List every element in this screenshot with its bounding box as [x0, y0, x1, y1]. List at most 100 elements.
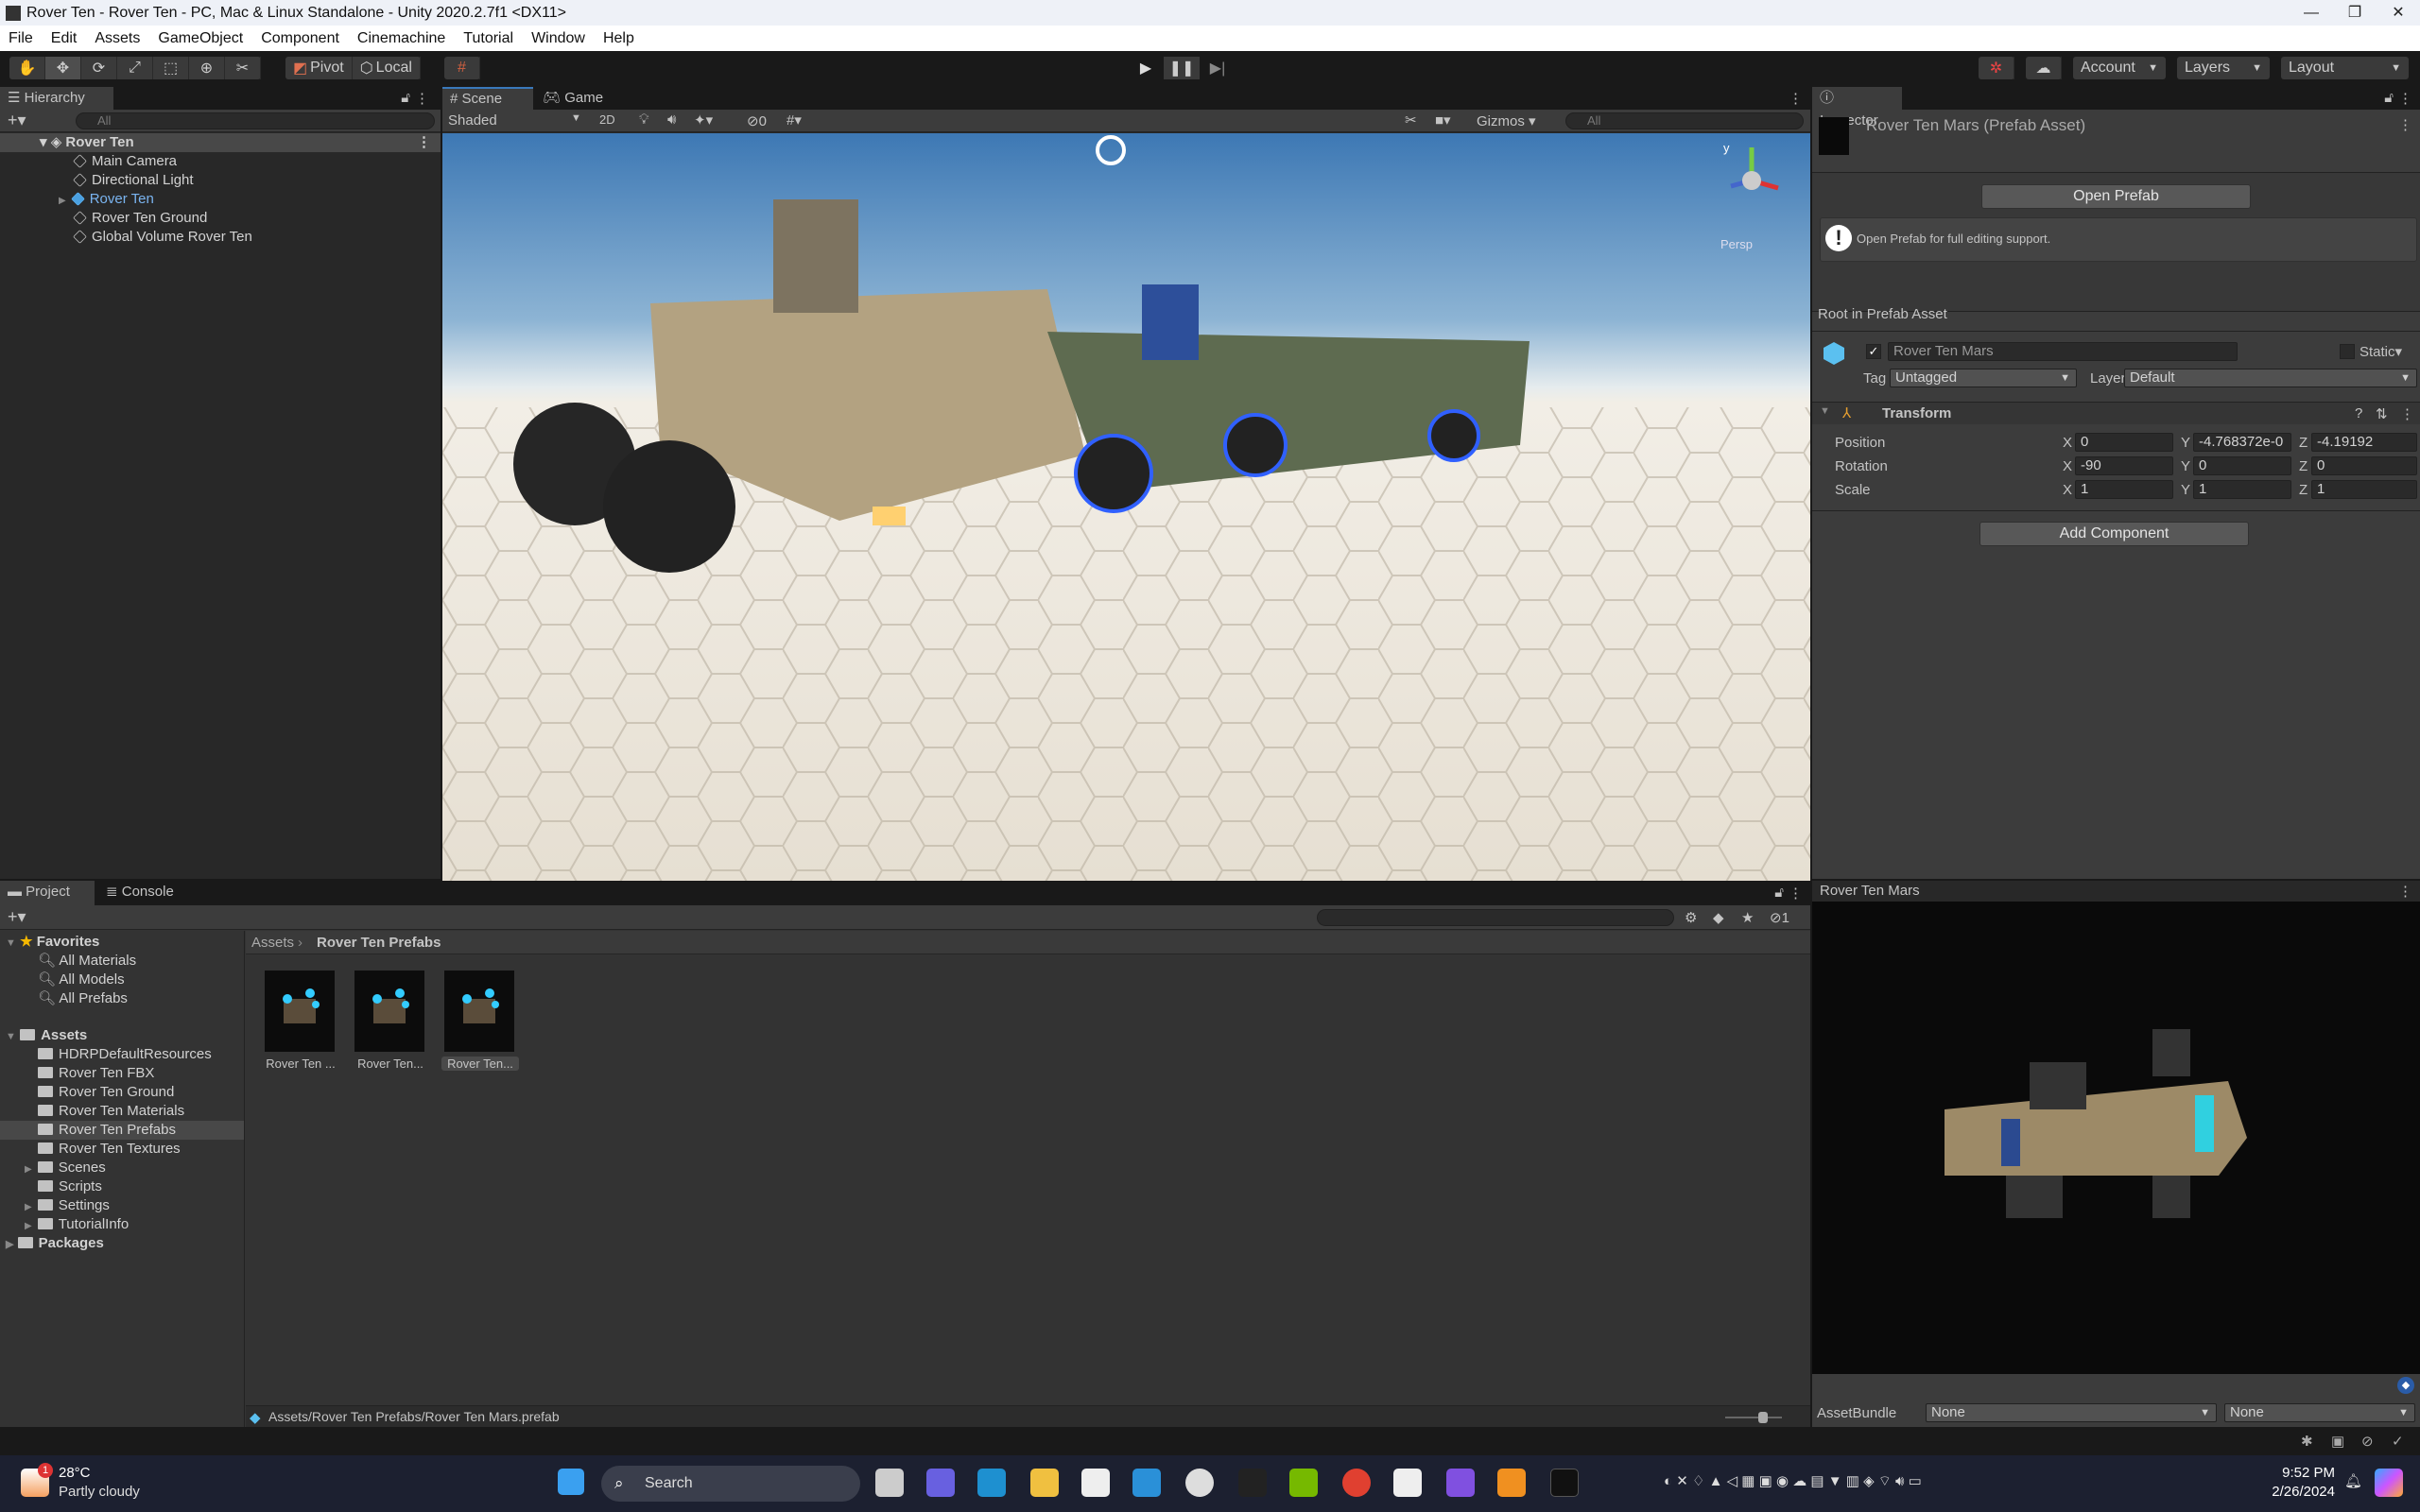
progress-check-icon[interactable]: ✓: [2392, 1433, 2404, 1450]
hand-tool-icon[interactable]: ✋: [9, 57, 45, 79]
auto-generate-lighting-icon[interactable]: ⊘: [2361, 1433, 2374, 1450]
scale-tool-icon[interactable]: ⤢: [117, 57, 153, 79]
tab-console[interactable]: ≣ Console: [98, 881, 182, 905]
teams-chat-icon[interactable]: [926, 1469, 955, 1497]
cache-icon[interactable]: ▣: [2331, 1433, 2344, 1450]
account-dropdown[interactable]: Account ▼: [2073, 57, 2166, 79]
folder-item[interactable]: Rover Ten Textures: [0, 1140, 244, 1159]
tray-icons[interactable]: ◐ ✕ ♢ ▲ ◁ ▦ ▣ ◉ ☁ ▤ ▼ ▥ ◈ ⌔ 🔊︎ ▭: [1664, 1472, 1922, 1490]
expand-arrow-icon[interactable]: ▶: [25, 1202, 32, 1212]
step-button[interactable]: ▶|: [1200, 57, 1236, 79]
menu-component[interactable]: Component: [252, 30, 349, 47]
asset-label[interactable]: Rover Ten...: [441, 1057, 519, 1071]
pivot-toggle[interactable]: ◩ Pivot: [285, 57, 353, 79]
favorites-node[interactable]: ▼ ★ Favorites: [0, 933, 244, 952]
scene-viewport[interactable]: y Persp: [442, 133, 1810, 881]
hidden-objects-toggle[interactable]: ⊘0: [747, 112, 767, 129]
debug-icon[interactable]: ✱: [2301, 1433, 2313, 1450]
cloud-icon[interactable]: ☁: [2026, 57, 2062, 79]
asset-more-icon[interactable]: ⋮: [2398, 116, 2412, 133]
scene-root[interactable]: ▾ ◈ Rover Ten ⋮: [0, 133, 441, 152]
menu-gameobject[interactable]: GameObject: [149, 30, 252, 47]
more-icon[interactable]: ⋮: [415, 90, 429, 107]
gizmos-dropdown[interactable]: Gizmos ▾: [1477, 112, 1536, 129]
folder-item[interactable]: Rover Ten Ground: [0, 1083, 244, 1102]
hierarchy-item[interactable]: Main Camera: [0, 152, 441, 171]
sublime-icon[interactable]: [1497, 1469, 1526, 1497]
clock-time[interactable]: 9:52 PM: [2269, 1465, 2335, 1481]
unity-taskbar-icon[interactable]: [1550, 1469, 1579, 1497]
breadcrumb-assets[interactable]: Assets: [251, 935, 294, 951]
tools-icon[interactable]: ✂: [1405, 112, 1417, 129]
scale-x-field[interactable]: 1: [2075, 480, 2173, 499]
effects-toggle-icon[interactable]: ✦▾: [694, 112, 713, 129]
rotation-x-field[interactable]: -90: [2075, 456, 2173, 475]
nvidia-icon[interactable]: [1289, 1469, 1318, 1497]
menu-file[interactable]: File: [0, 30, 43, 47]
assets-node[interactable]: ▼ Assets: [0, 1026, 244, 1045]
layers-dropdown[interactable]: Layers ▼: [2177, 57, 2270, 79]
store-icon[interactable]: [1081, 1469, 1110, 1497]
task-view-icon[interactable]: [875, 1469, 904, 1497]
static-dropdown[interactable]: Static▾: [2360, 343, 2402, 360]
move-tool-icon[interactable]: ✥: [45, 57, 81, 79]
preview-viewport[interactable]: [1812, 902, 2420, 1374]
asset-thumbnail[interactable]: [265, 971, 335, 1052]
taskbar-search[interactable]: ⌕ Search: [601, 1466, 860, 1502]
hierarchy-item[interactable]: Global Volume Rover Ten: [0, 228, 441, 247]
lock-icon[interactable]: 🔓︎: [1774, 885, 1784, 901]
layer-dropdown[interactable]: Default ▼: [2124, 369, 2417, 387]
folder-item[interactable]: Scripts: [0, 1177, 244, 1196]
rotation-z-field[interactable]: 0: [2311, 456, 2417, 475]
close-button[interactable]: ✕: [2377, 0, 2420, 26]
layout-dropdown[interactable]: Layout ▼: [2281, 57, 2409, 79]
search-by-type-icon[interactable]: ⚙: [1685, 909, 1697, 926]
menu-edit[interactable]: Edit: [43, 30, 87, 47]
grid-snap-icon[interactable]: #: [444, 57, 480, 79]
menu-window[interactable]: Window: [523, 30, 595, 47]
help-icon[interactable]: ?: [2355, 405, 2362, 421]
scale-y-field[interactable]: 1: [2193, 480, 2291, 499]
scale-z-field[interactable]: 1: [2311, 480, 2417, 499]
open-prefab-button[interactable]: Open Prefab: [1981, 184, 2251, 209]
rotate-tool-icon[interactable]: ⟳: [81, 57, 117, 79]
asset-thumbnail[interactable]: [444, 971, 514, 1052]
component-more-icon[interactable]: ⋮: [2400, 405, 2414, 422]
favorite-item[interactable]: 🔍︎ All Materials: [0, 952, 244, 971]
folder-item[interactable]: HDRPDefaultResources: [0, 1045, 244, 1064]
tab-game[interactable]: 🎮︎ Game: [535, 87, 611, 110]
lighting-toggle-icon[interactable]: 💡︎: [639, 112, 649, 128]
menu-tutorial[interactable]: Tutorial: [455, 30, 523, 47]
play-button[interactable]: ▶: [1128, 57, 1164, 79]
create-button[interactable]: +▾: [8, 907, 26, 927]
app-icon[interactable]: [1238, 1469, 1267, 1497]
alienware-icon[interactable]: [1185, 1469, 1214, 1497]
clock-date[interactable]: 2/26/2024: [2250, 1484, 2335, 1500]
tab-hierarchy[interactable]: ☰ Hierarchy: [0, 87, 113, 110]
grid-toggle-icon[interactable]: #▾: [786, 112, 802, 129]
folder-item[interactable]: Rover Ten FBX: [0, 1064, 244, 1083]
notifications-icon[interactable]: 🔔︎: [2344, 1472, 2362, 1489]
transform-header[interactable]: ▼ ⅄ Transform ? ⇅ ⋮: [1812, 402, 2420, 424]
asset-thumbnail[interactable]: [354, 971, 424, 1052]
camera-settings-icon[interactable]: ■▾: [1435, 112, 1451, 129]
position-x-field[interactable]: 0: [2075, 433, 2173, 452]
project-search-input[interactable]: [1317, 909, 1674, 926]
folder-item[interactable]: ▶ Scenes: [0, 1159, 244, 1177]
collab-icon[interactable]: ✲: [1979, 57, 2014, 79]
packages-node[interactable]: ▶ Packages: [0, 1234, 244, 1253]
folder-item[interactable]: ▶ TutorialInfo: [0, 1215, 244, 1234]
local-toggle[interactable]: ⬡ Local: [353, 57, 421, 79]
asset-label[interactable]: Rover Ten...: [352, 1057, 429, 1071]
scene-search-input[interactable]: All: [1565, 112, 1804, 129]
start-button[interactable]: [558, 1469, 584, 1495]
edge-icon[interactable]: [977, 1469, 1006, 1497]
hierarchy-item[interactable]: Rover Ten Ground: [0, 209, 441, 228]
add-component-button[interactable]: Add Component: [1979, 522, 2249, 546]
expand-arrow-icon[interactable]: ▶: [25, 1221, 32, 1231]
tag-dropdown[interactable]: Untagged ▼: [1890, 369, 2077, 387]
menu-cinemachine[interactable]: Cinemachine: [349, 30, 455, 47]
folder-item[interactable]: ▶ Settings: [0, 1196, 244, 1215]
more-icon[interactable]: ⋮: [2398, 90, 2412, 107]
lock-icon[interactable]: 🔓︎: [401, 90, 410, 106]
